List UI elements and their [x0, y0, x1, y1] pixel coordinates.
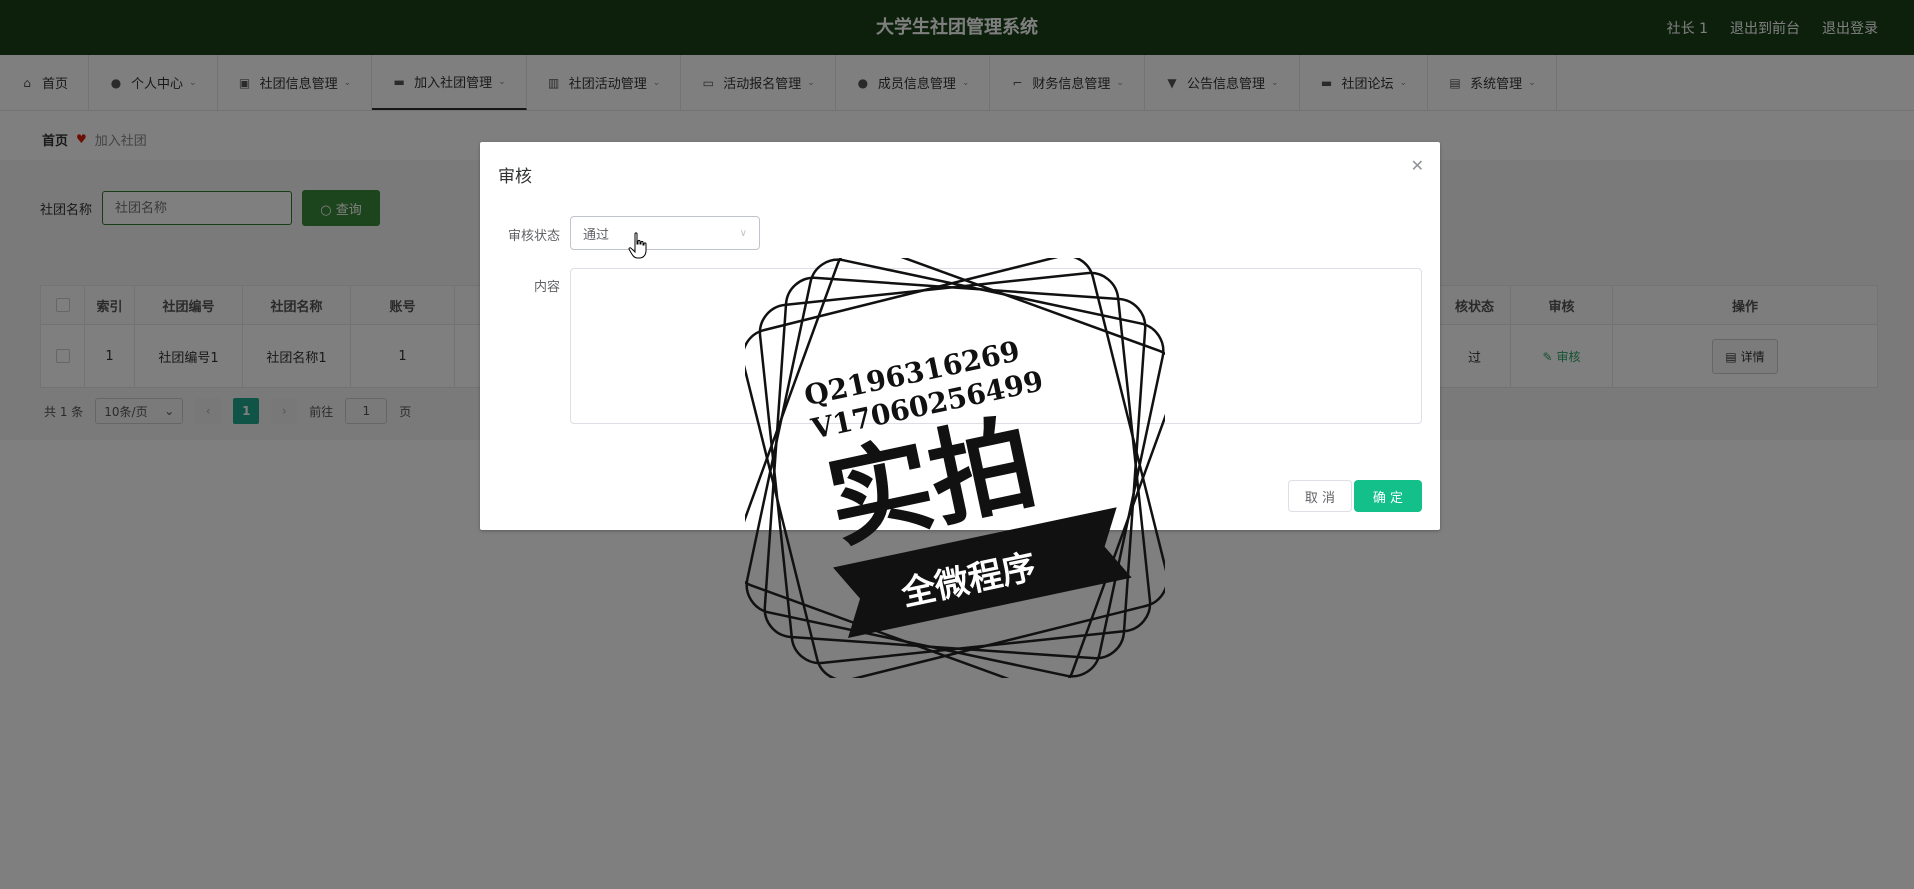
star-icon: ★ — [851, 568, 878, 603]
content-label: 内容 — [533, 280, 560, 295]
cancel-button[interactable]: 取 消 — [1288, 480, 1352, 512]
hand-cursor-icon — [628, 232, 647, 259]
dialog-title: 审核 — [498, 167, 532, 187]
status-select[interactable]: 通过 ∨ — [570, 216, 760, 250]
chevron-down-icon: ∨ — [739, 227, 747, 239]
star-icon: ★ — [1077, 509, 1104, 544]
confirm-button[interactable]: 确 定 — [1354, 480, 1422, 512]
status-select-value: 通过 — [583, 227, 610, 243]
status-label: 审核状态 — [507, 229, 560, 244]
watermark-stamp: Q2196316269 V17060256499 实拍 全微程序 ★ ★ — [745, 258, 1165, 678]
close-icon[interactable]: ✕ — [1411, 156, 1424, 175]
